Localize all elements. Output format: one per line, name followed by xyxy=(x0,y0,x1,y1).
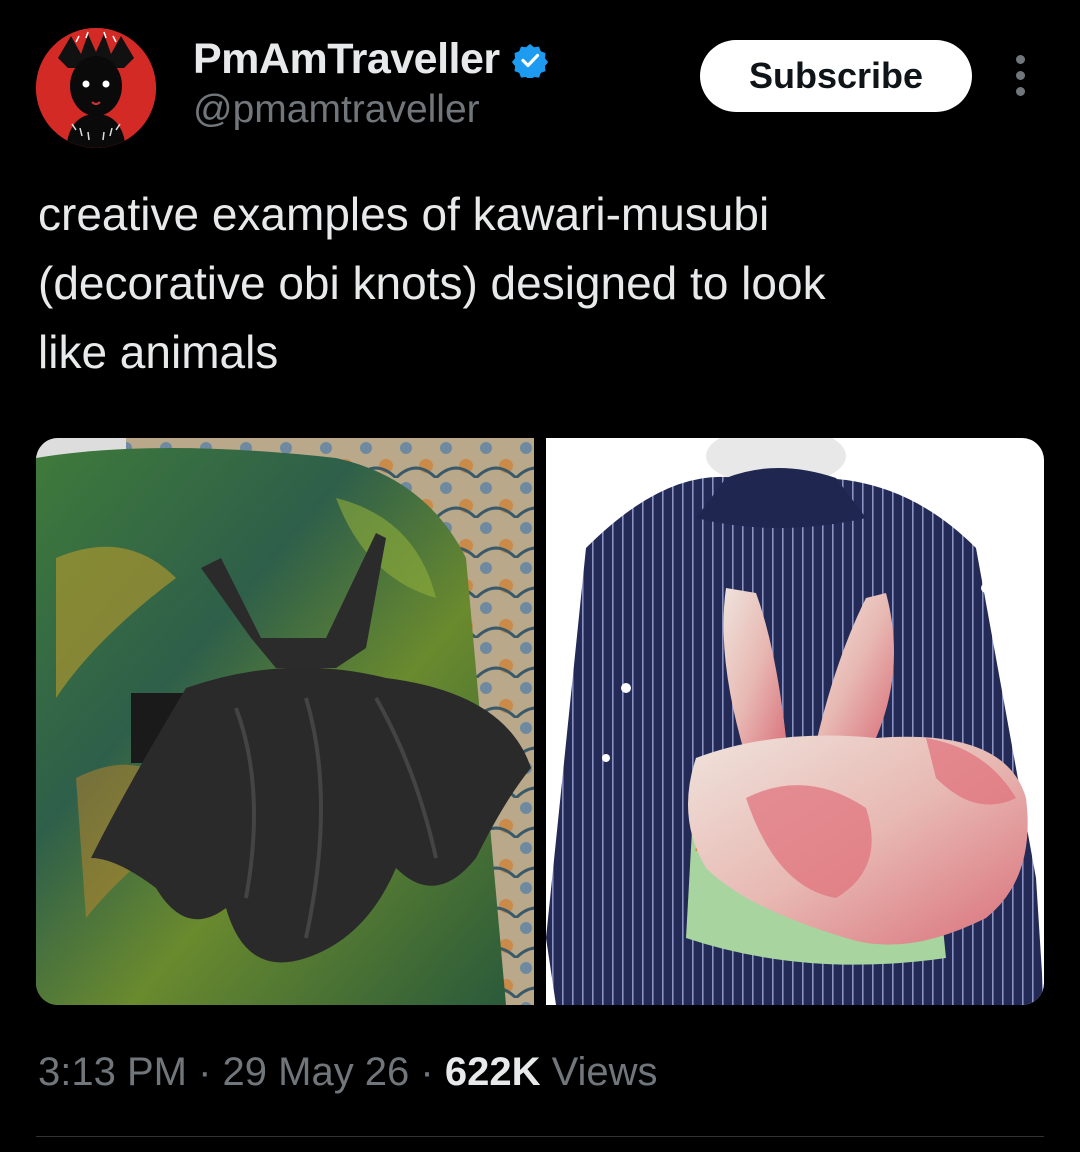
bat-obi-knot-photo[interactable] xyxy=(36,438,534,1005)
views-label: Views xyxy=(540,1050,658,1094)
tweet-date[interactable]: 29 May 26 xyxy=(223,1050,410,1095)
account-handle[interactable]: @pmamtraveller xyxy=(193,88,480,132)
meta-separator: · xyxy=(186,1050,223,1094)
meta-separator: · xyxy=(409,1050,445,1094)
avatar[interactable] xyxy=(36,28,156,148)
bat-obi-image-icon xyxy=(36,438,534,1005)
demon-silhouette-avatar-icon xyxy=(36,28,156,148)
rabbit-obi-knot-photo[interactable] xyxy=(546,438,1044,1005)
account-name-row[interactable]: PmAmTraveller xyxy=(193,35,548,84)
views-count[interactable]: 622K xyxy=(445,1050,541,1095)
tweet-text: creative examples of kawari-musubi (deco… xyxy=(38,188,826,378)
tweet-time[interactable]: 3:13 PM xyxy=(38,1050,187,1095)
tweet-meta: 3:13 PM · 29 May 26 · 622K Views xyxy=(38,1050,658,1095)
tweet-media-grid xyxy=(36,438,1044,1005)
subscribe-button[interactable]: Subscribe xyxy=(700,40,972,112)
display-name[interactable]: PmAmTraveller xyxy=(193,35,500,84)
rabbit-obi-image-icon xyxy=(546,438,1044,1005)
verified-badge-icon xyxy=(511,43,548,78)
divider xyxy=(36,1136,1044,1137)
more-options-icon[interactable] xyxy=(1006,55,1034,99)
